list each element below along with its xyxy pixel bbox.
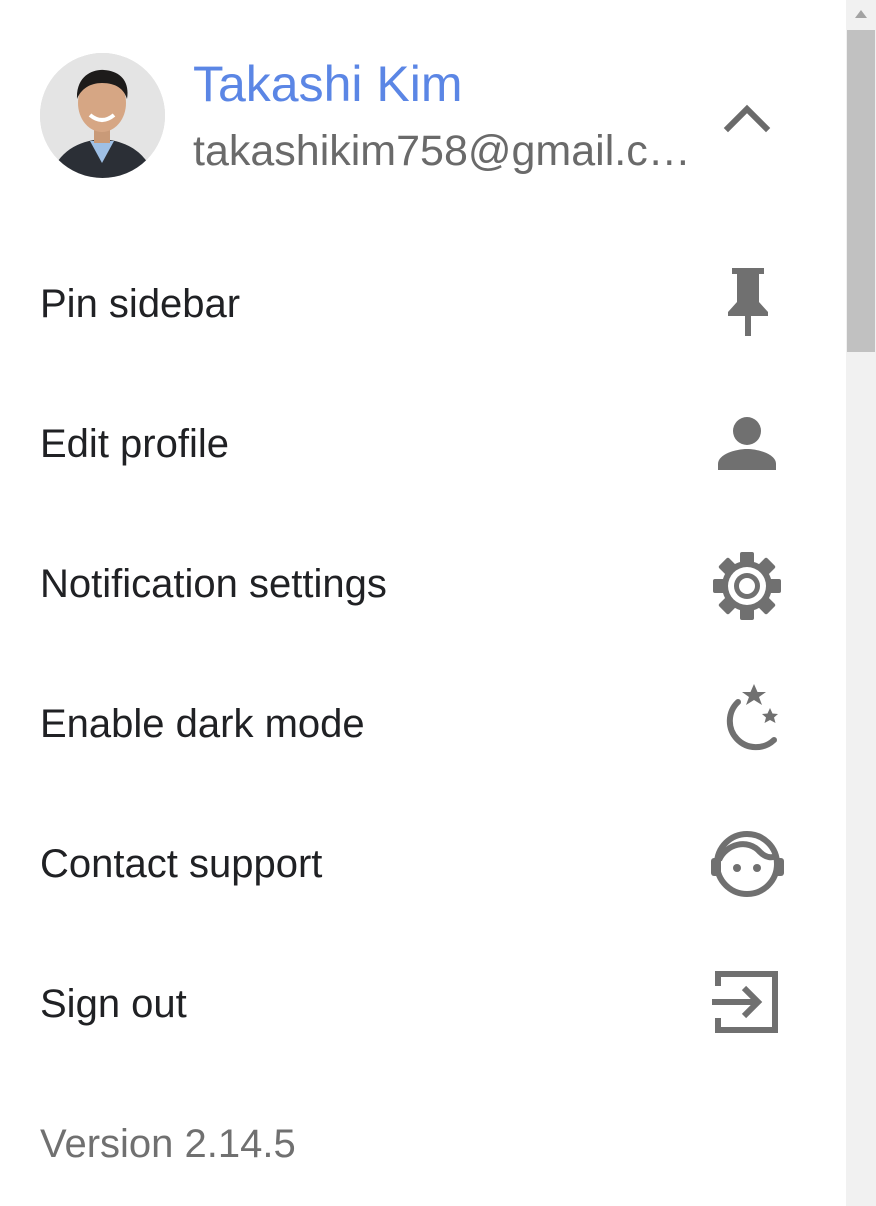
menu-item-notification-settings[interactable]: Notification settings bbox=[0, 514, 846, 654]
pin-icon bbox=[708, 264, 788, 344]
account-email: takashikim758@gmail.com bbox=[193, 127, 693, 175]
scroll-up-arrow-icon[interactable] bbox=[846, 0, 876, 30]
gear-icon bbox=[708, 544, 788, 624]
menu-item-label: Notification settings bbox=[40, 562, 387, 606]
menu-item-pin-sidebar[interactable]: Pin sidebar bbox=[0, 234, 846, 374]
sign-out-icon bbox=[708, 964, 788, 1044]
chevron-up-icon[interactable] bbox=[716, 90, 778, 146]
moon-stars-icon bbox=[708, 684, 788, 764]
avatar bbox=[40, 53, 165, 178]
menu-item-label: Enable dark mode bbox=[40, 702, 365, 746]
menu-item-label: Pin sidebar bbox=[40, 282, 241, 326]
account-name: Takashi Kim bbox=[193, 56, 463, 112]
vertical-scrollbar[interactable] bbox=[846, 0, 876, 1206]
account-menu-panel: Takashi Kim takashikim758@gmail.com Pin … bbox=[0, 0, 846, 1206]
menu-item-label: Edit profile bbox=[40, 422, 229, 466]
scrollbar-thumb[interactable] bbox=[847, 30, 875, 352]
version-label: Version 2.14.5 bbox=[40, 1122, 296, 1166]
menu-item-contact-support[interactable]: Contact support bbox=[0, 794, 846, 934]
person-icon bbox=[708, 404, 788, 484]
menu-item-label: Contact support bbox=[40, 842, 323, 886]
account-header: Takashi Kim takashikim758@gmail.com bbox=[0, 0, 846, 230]
menu-item-edit-profile[interactable]: Edit profile bbox=[0, 374, 846, 514]
menu-item-enable-dark-mode[interactable]: Enable dark mode bbox=[0, 654, 846, 794]
menu-item-sign-out[interactable]: Sign out bbox=[0, 934, 846, 1074]
menu-item-label: Sign out bbox=[40, 982, 187, 1026]
support-agent-icon bbox=[708, 824, 788, 904]
